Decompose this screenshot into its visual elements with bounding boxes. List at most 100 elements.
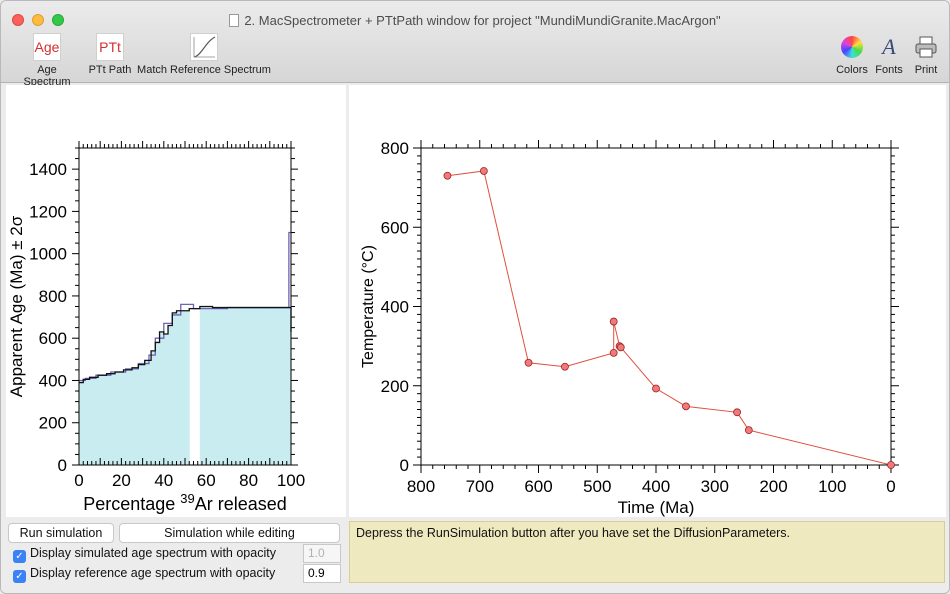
ptt-path-point xyxy=(616,343,625,352)
ptt-path-point xyxy=(887,461,895,469)
fonts-icon: A xyxy=(882,34,896,59)
spectrum-fill-bar xyxy=(176,310,190,465)
spectrum-fill-bar xyxy=(79,382,84,465)
display-simulated-checkbox[interactable]: ✓ xyxy=(13,550,26,563)
y-tick-label: 0 xyxy=(400,456,409,475)
spectrum-fill-bar xyxy=(172,312,178,465)
y-tick-label: 1000 xyxy=(29,245,67,264)
spectrum-fill-bar xyxy=(199,306,214,465)
ptt-path-point xyxy=(479,167,488,175)
ptt-path-point xyxy=(652,384,660,393)
x-axis-label-suffix: Ar released xyxy=(195,494,287,514)
match-spectrum-graph-icon xyxy=(193,36,216,58)
window-title: 2. MacSpectrometer + PTtPath window for … xyxy=(1,13,949,28)
x-tick-label: 300 xyxy=(701,477,729,496)
status-message: Depress the RunSimulation button after y… xyxy=(349,521,945,583)
match-reference-label: Match Reference Spectrum xyxy=(137,64,271,76)
ptt-path-label: PTt Path xyxy=(88,64,132,76)
spectrum-fill-bar xyxy=(168,325,173,465)
ptt-path-point xyxy=(609,348,618,357)
spectrum-fill-bar xyxy=(155,342,161,465)
ptt-path-point xyxy=(561,362,569,371)
spectrum-fill-bar xyxy=(151,350,156,465)
display-simulated-row: ✓ Display simulated age spectrum with opa… xyxy=(13,546,276,563)
ptt-path-chart[interactable]: 800 700 600 500 400 300 200 100 0 0 200 400 600 800 Ti… xyxy=(349,85,946,517)
age-spectrum-button[interactable]: Age Age Spectrum xyxy=(13,33,81,88)
spectrum-fill-bar xyxy=(144,360,152,465)
title-bar: 2. MacSpectrometer + PTtPath window for … xyxy=(1,1,949,88)
y-tick-label: 200 xyxy=(39,414,67,433)
x-tick-label: 100 xyxy=(277,471,305,490)
y-tick-label: 1400 xyxy=(29,160,67,179)
ptt-path-point xyxy=(682,402,690,411)
print-label: Print xyxy=(914,64,938,76)
x-tick-label: 0 xyxy=(74,471,83,490)
age-spectrum-panel: 0 20 40 60 80 100 0 200 400 600 800 1000 1200 1400 Per… xyxy=(6,85,346,517)
x-axis-label: Time (Ma) xyxy=(618,498,695,517)
print-button[interactable]: Print xyxy=(909,33,943,76)
x-axis-label-prefix: Percentage xyxy=(83,494,180,514)
ptt-path-point xyxy=(443,171,452,180)
printer-icon xyxy=(912,33,940,61)
ptt-path-point xyxy=(733,408,741,417)
y-tick-label: 400 xyxy=(39,371,67,390)
y-axis-label: Temperature (°C) xyxy=(360,245,377,368)
simulation-controls: Run simulation Simulation while editing … xyxy=(1,519,347,593)
spectrum-fill-bar xyxy=(212,307,228,465)
path-plot-frame xyxy=(420,147,892,466)
x-tick-label: 700 xyxy=(466,477,494,496)
ptt-path-point xyxy=(744,426,753,435)
y-tick-label: 1200 xyxy=(29,202,67,221)
spectrum-fill-bar xyxy=(227,307,250,465)
match-spectrum-icon xyxy=(190,33,218,61)
x-tick-label: 500 xyxy=(583,477,611,496)
x-tick-label: 600 xyxy=(524,477,552,496)
spectrum-fill-bar xyxy=(106,373,116,465)
spectrum-fill-bar xyxy=(269,307,292,465)
colors-button[interactable]: Colors xyxy=(835,33,869,76)
y-tick-label: 600 xyxy=(39,329,67,348)
x-tick-label: 40 xyxy=(154,471,173,490)
y-axis-label: Apparent Age (Ma) ± 2σ xyxy=(7,215,26,397)
y-tick-label: 200 xyxy=(381,377,409,396)
spectrum-fill-bar xyxy=(132,367,139,465)
spectrum-fill-bar xyxy=(159,331,165,465)
document-icon xyxy=(229,14,240,27)
x-tick-label: 400 xyxy=(642,477,670,496)
window-title-text: 2. MacSpectrometer + PTtPath window for … xyxy=(244,13,721,28)
main-window: 2. MacSpectrometer + PTtPath window for … xyxy=(0,0,950,594)
x-tick-label: 100 xyxy=(818,477,846,496)
age-spectrum-chart[interactable]: 0 20 40 60 80 1000200400600800100012001400Per… xyxy=(6,85,346,517)
ptt-path-point xyxy=(609,317,618,326)
spectrum-fill-bar xyxy=(89,377,99,465)
fonts-label: Fonts xyxy=(875,64,903,76)
spectrum-fill-bar xyxy=(248,307,271,465)
x-tick-label: 80 xyxy=(239,471,258,490)
spectrum-fill-bar xyxy=(163,333,169,465)
match-reference-spectrum-button[interactable]: Match Reference Spectrum xyxy=(137,33,271,76)
fonts-button[interactable]: A Fonts xyxy=(873,33,905,76)
x-tick-label: 800 xyxy=(407,477,435,496)
y-tick-label: 0 xyxy=(58,456,67,475)
spectrum-fill-bar xyxy=(138,364,146,465)
ptt-path-icon: PTt xyxy=(96,33,124,61)
spectrum-fill-bar xyxy=(98,375,108,465)
colors-label: Colors xyxy=(836,64,868,76)
ptt-path-line xyxy=(447,170,892,466)
display-reference-checkbox[interactable]: ✓ xyxy=(13,570,26,583)
x-tick-label: 60 xyxy=(197,471,216,490)
simulation-while-editing-button[interactable]: Simulation while editing xyxy=(119,523,340,543)
y-tick-label: 600 xyxy=(381,218,409,237)
x-axis-label: Percentage 39Ar released xyxy=(83,491,287,514)
reference-opacity-field[interactable]: 0.9 xyxy=(303,564,341,583)
x-axis-label-superscript: 39 xyxy=(180,491,194,506)
x-tick-label: 0 xyxy=(886,477,895,496)
ptt-path-point xyxy=(524,358,533,367)
ptt-path-button[interactable]: PTt PTt Path xyxy=(87,33,133,76)
ptt-path-panel: 800 700 600 500 400 300 200 100 0 0 200 400 600 800 Ti… xyxy=(349,85,946,517)
display-simulated-label: Display simulated age spectrum with opac… xyxy=(30,546,276,560)
simulated-opacity-field[interactable]: 1.0 xyxy=(303,544,341,563)
run-simulation-button[interactable]: Run simulation xyxy=(8,523,114,543)
y-tick-label: 800 xyxy=(39,287,67,306)
y-tick-label: 400 xyxy=(381,298,409,317)
